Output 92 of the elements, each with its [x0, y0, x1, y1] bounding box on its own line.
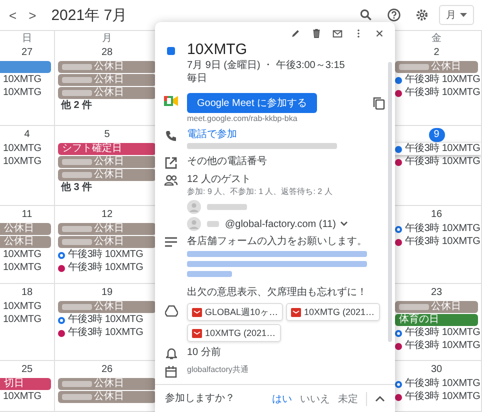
- event-item[interactable]: 午後3時 10XMTG: [55, 262, 159, 274]
- event-item[interactable]: 10XMTG: [0, 143, 54, 155]
- rsvp-option[interactable]: いいえ: [300, 392, 330, 406]
- event-item[interactable]: 午後3時 10XMTG: [392, 143, 481, 155]
- rsvp-prompt: 参加しますか？: [165, 392, 235, 405]
- event-item[interactable]: 10XMTG: [0, 391, 54, 403]
- next-month-button[interactable]: >: [26, 8, 40, 22]
- description-text: 各店舗フォームの入力をお願いします。: [187, 235, 367, 248]
- weekday-label: 月: [102, 33, 112, 45]
- rsvp-option[interactable]: はい: [272, 392, 292, 406]
- search-icon[interactable]: [359, 8, 373, 22]
- weekday-label: 日: [22, 33, 32, 45]
- event-item[interactable]: 午後3時 10XMTG: [392, 74, 481, 86]
- recurrence-text: 毎日: [187, 72, 208, 85]
- phone-icon: [165, 130, 177, 142]
- description-icon: [165, 237, 177, 247]
- event-item[interactable]: 午後3時 10XMTG: [55, 249, 159, 261]
- calendar-name: globalfactory共通: [187, 364, 248, 375]
- mail-icon[interactable]: [332, 28, 343, 39]
- other-numbers-link[interactable]: その他の電話番号: [187, 155, 267, 168]
- event-item[interactable]: 午後3時 10XMTG: [392, 156, 481, 168]
- join-by-phone-link[interactable]: 電話で参加: [187, 128, 337, 141]
- event-item[interactable]: 10XMTG: [0, 87, 54, 99]
- date-number[interactable]: 25: [19, 363, 35, 377]
- attachment-chip[interactable]: 10XMTG (2021…: [187, 324, 281, 342]
- event-chip[interactable]: シフト確定日: [58, 143, 156, 155]
- event-item[interactable]: 10XMTG: [0, 156, 54, 168]
- date-number[interactable]: 30: [428, 363, 444, 377]
- attachment-chip[interactable]: 10XMTG (2021…: [286, 303, 380, 321]
- caret-icon: [460, 12, 467, 18]
- date-number[interactable]: 26: [99, 363, 115, 377]
- video-camera-icon: [164, 95, 178, 107]
- date-number[interactable]: 27: [19, 46, 35, 60]
- reminder-text: 10 分前: [187, 346, 221, 359]
- date-number[interactable]: 18: [19, 286, 35, 300]
- date-number[interactable]: 28: [99, 46, 115, 60]
- event-item[interactable]: 午後3時 10XMTG: [55, 314, 159, 326]
- more-events-link[interactable]: 他 3 件: [55, 182, 159, 194]
- chevron-down-icon[interactable]: [340, 221, 348, 227]
- event-item[interactable]: 午後3時 10XMTG: [392, 391, 481, 403]
- previous-month-button[interactable]: <: [6, 8, 20, 22]
- settings-icon[interactable]: [415, 8, 429, 22]
- event-item[interactable]: 午後3時 10XMTG: [392, 236, 481, 248]
- date-number[interactable]: 11: [19, 208, 35, 222]
- close-icon[interactable]: [374, 28, 385, 39]
- help-icon[interactable]: [387, 8, 401, 22]
- delete-icon[interactable]: [311, 28, 322, 39]
- date-number[interactable]: 2: [428, 46, 444, 60]
- weekday-label: 金: [432, 33, 442, 45]
- join-meet-button[interactable]: Google Meet に参加する: [187, 93, 318, 113]
- event-chip[interactable]: 体育の日: [395, 314, 478, 326]
- date-number[interactable]: 4: [19, 128, 35, 142]
- month-title: 2021年 7月: [51, 6, 128, 24]
- edit-icon[interactable]: [290, 28, 301, 39]
- guest-count: 12 人のゲスト: [187, 173, 252, 186]
- date-number[interactable]: 12: [99, 208, 115, 222]
- event-item[interactable]: 10XMTG: [0, 314, 54, 326]
- more-events-link[interactable]: 他 2 件: [55, 100, 159, 112]
- event-datetime: 7月 9日 (金曜日) ・ 午後3:00～3:15: [187, 59, 345, 72]
- external-link-icon: [165, 157, 177, 169]
- event-item[interactable]: 10XMTG: [0, 74, 54, 86]
- date-number[interactable]: 16: [428, 208, 444, 222]
- scrollbar[interactable]: [388, 62, 392, 342]
- view-dropdown[interactable]: 月: [439, 5, 474, 25]
- event-item[interactable]: 10XMTG: [0, 301, 54, 313]
- event-item[interactable]: 午後3時 10XMTG: [392, 87, 481, 99]
- avatar-icon: [187, 217, 201, 231]
- event-item[interactable]: 10XMTG: [0, 249, 54, 261]
- chevron-up-icon[interactable]: [375, 395, 385, 402]
- people-icon: [164, 175, 178, 186]
- file-icon: [192, 328, 202, 338]
- date-number[interactable]: 23: [428, 286, 444, 300]
- event-item[interactable]: 10XMTG: [0, 262, 54, 274]
- event-item[interactable]: 午後3時 10XMTG: [55, 327, 159, 339]
- event-item[interactable]: 午後3時 10XMTG: [392, 340, 481, 352]
- event-title: 10XMTG: [187, 41, 248, 59]
- date-number[interactable]: 19: [99, 286, 115, 300]
- attachment-chip[interactable]: GLOBAL週10ヶ…: [187, 303, 284, 321]
- meet-url: meet.google.com/rab-kkbp-bka: [187, 113, 298, 124]
- guest-name: @global-factory.com (11): [225, 218, 336, 230]
- copy-icon[interactable]: [373, 96, 385, 110]
- rsvp-option[interactable]: 未定: [338, 392, 358, 406]
- date-number[interactable]: 9: [428, 128, 444, 142]
- file-icon: [291, 308, 302, 316]
- event-chip[interactable]: 切日: [0, 378, 51, 390]
- date-number[interactable]: 5: [99, 128, 115, 142]
- file-icon: [192, 308, 202, 316]
- calendar-icon: [165, 366, 177, 378]
- description-note: 出欠の意思表示、欠席理由も忘れずに！: [187, 286, 367, 299]
- bell-icon: [166, 348, 176, 360]
- guest-summary: 参加: 9 人、不参加: 1 人、返答待ち: 2 人: [187, 186, 334, 197]
- avatar-icon: [187, 200, 201, 214]
